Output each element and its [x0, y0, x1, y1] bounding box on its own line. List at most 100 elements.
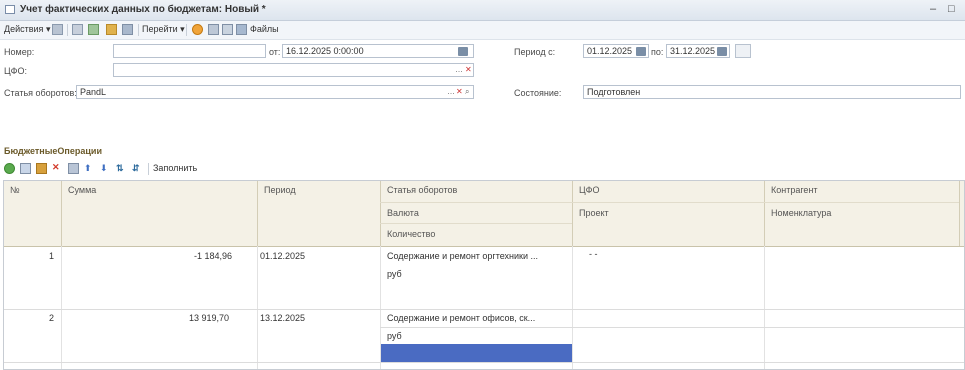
state-field[interactable]: Подготовлен [583, 85, 961, 99]
window-icon [5, 5, 15, 14]
clear-icon[interactable]: ✕ [456, 87, 463, 96]
column-divider [764, 246, 765, 369]
article-label: Статья оборотов: [4, 88, 77, 98]
delete-icon[interactable]: ✕ [52, 162, 60, 173]
tree-icon[interactable] [222, 24, 233, 35]
cell-subline [572, 327, 964, 328]
date-field[interactable]: 16.12.2025 0:00:00 [282, 44, 474, 58]
col-header-article[interactable]: Статья оборотов [387, 185, 457, 195]
row-divider [4, 309, 964, 310]
calendar-icon[interactable] [717, 47, 727, 56]
number-field[interactable] [113, 44, 266, 58]
period-select-button[interactable] [735, 44, 751, 58]
select-dots-icon[interactable]: … [447, 87, 455, 96]
calendar-icon[interactable] [458, 47, 468, 56]
number-label: Номер: [4, 47, 35, 57]
period-to-label: по: [651, 47, 664, 57]
col-header-sum[interactable]: Сумма [68, 185, 96, 195]
help-icon[interactable] [192, 24, 203, 35]
date-label: от: [269, 47, 281, 57]
row-sum: 13 919,70 [189, 313, 230, 323]
column-divider [572, 246, 573, 369]
row-num: 1 [49, 251, 55, 261]
move-down-icon[interactable]: ⬇ [100, 163, 108, 174]
row-divider [4, 362, 964, 363]
edit-icon[interactable] [36, 163, 47, 174]
cfo-field[interactable]: … ✕ [113, 63, 474, 77]
header-divider [572, 181, 573, 246]
row-period: 01.12.2025 [260, 251, 306, 261]
report-icon[interactable] [122, 24, 133, 35]
period-from-field[interactable]: 01.12.2025 [583, 44, 649, 58]
article-field[interactable]: PandL … ✕ ⌕ [76, 85, 474, 99]
header-divider [257, 181, 258, 246]
period-from-value: 01.12.2025 [587, 46, 633, 56]
calendar-icon[interactable] [636, 47, 646, 56]
goto-menu[interactable]: Перейти ▾ [142, 24, 185, 35]
search-icon[interactable]: ⌕ [465, 87, 469, 97]
add-icon[interactable] [4, 163, 15, 174]
col-header-currency[interactable]: Валюта [387, 208, 419, 218]
select-dots-icon[interactable]: … [455, 65, 463, 74]
column-divider [257, 246, 258, 369]
row-article: Содержание и ремонт офисов, ск... [387, 313, 536, 323]
col-header-cfo[interactable]: ЦФО [579, 185, 600, 195]
sort-desc-icon[interactable]: ⇵ [132, 163, 140, 174]
col-header-project[interactable]: Проект [579, 208, 609, 218]
period-to-value: 31.12.2025 [670, 46, 716, 56]
toolbar-separator [148, 163, 149, 175]
row-currency: руб [387, 331, 402, 341]
structure-icon[interactable] [106, 24, 117, 35]
header-divider [61, 181, 62, 246]
fill-button[interactable]: Заполнить [153, 163, 197, 173]
column-divider [61, 246, 62, 369]
table-header: № Сумма Период Статья оборотов Валюта Ко… [4, 181, 964, 247]
toolbar-separator [138, 24, 139, 36]
move-up-icon[interactable]: ⬆ [84, 163, 92, 174]
files-button[interactable]: Файлы [250, 24, 279, 34]
row-sum: -1 184,96 [194, 251, 233, 261]
header-subline [380, 223, 572, 224]
date-value: 16.12.2025 0:00:00 [286, 46, 364, 56]
table-icon[interactable] [208, 24, 219, 35]
actions-menu[interactable]: Действия ▾ [4, 24, 50, 35]
copy-icon[interactable] [88, 24, 99, 35]
period-to-field[interactable]: 31.12.2025 [666, 44, 730, 58]
header-divider [764, 181, 765, 246]
period-label: Период с: [514, 47, 556, 57]
window-title: Учет фактических данных по бюджетам: Нов… [20, 4, 266, 15]
list-icon[interactable] [52, 24, 63, 35]
row-article: Содержание и ремонт оргтехники ... [387, 251, 539, 261]
clear-icon[interactable]: ✕ [465, 65, 472, 74]
col-header-nomenclature[interactable]: Номенклатура [771, 208, 831, 218]
toolbar-separator [67, 24, 68, 36]
col-header-period[interactable]: Период [264, 185, 296, 195]
row-num: 2 [49, 313, 55, 323]
minimize-button[interactable]: – [930, 3, 936, 15]
end-edit-icon[interactable] [68, 163, 79, 174]
section-title: БюджетныеОперации [4, 146, 102, 156]
table-toolbar: ✕ ⬆ ⬇ ⇅ ⇵ Заполнить [0, 160, 965, 178]
files-icon[interactable] [236, 24, 247, 35]
article-value: PandL [80, 87, 107, 97]
row-currency: руб [387, 269, 402, 279]
operations-table: № Сумма Период Статья оборотов Валюта Ко… [3, 180, 965, 370]
toolbar-separator [186, 24, 187, 36]
selected-quantity-cell[interactable] [381, 344, 572, 362]
cfo-label: ЦФО: [4, 66, 28, 76]
row-period: 13.12.2025 [260, 313, 306, 323]
sort-asc-icon[interactable]: ⇅ [116, 163, 124, 174]
cell-subline [380, 327, 572, 328]
col-header-num[interactable]: № [10, 185, 20, 195]
grid-icon[interactable] [72, 24, 83, 35]
main-toolbar: Действия ▾ Перейти ▾ Файлы [0, 21, 965, 40]
col-header-quantity[interactable]: Количество [387, 229, 435, 239]
col-header-contractor[interactable]: Контрагент [771, 185, 818, 195]
row-cfo: - - [589, 249, 598, 259]
copy-row-icon[interactable] [20, 163, 31, 174]
header-divider [380, 181, 381, 246]
header-subline [380, 202, 959, 203]
maximize-button[interactable]: □ [948, 3, 955, 15]
title-bar: Учет фактических данных по бюджетам: Нов… [0, 0, 965, 21]
state-label: Состояние: [514, 88, 562, 98]
